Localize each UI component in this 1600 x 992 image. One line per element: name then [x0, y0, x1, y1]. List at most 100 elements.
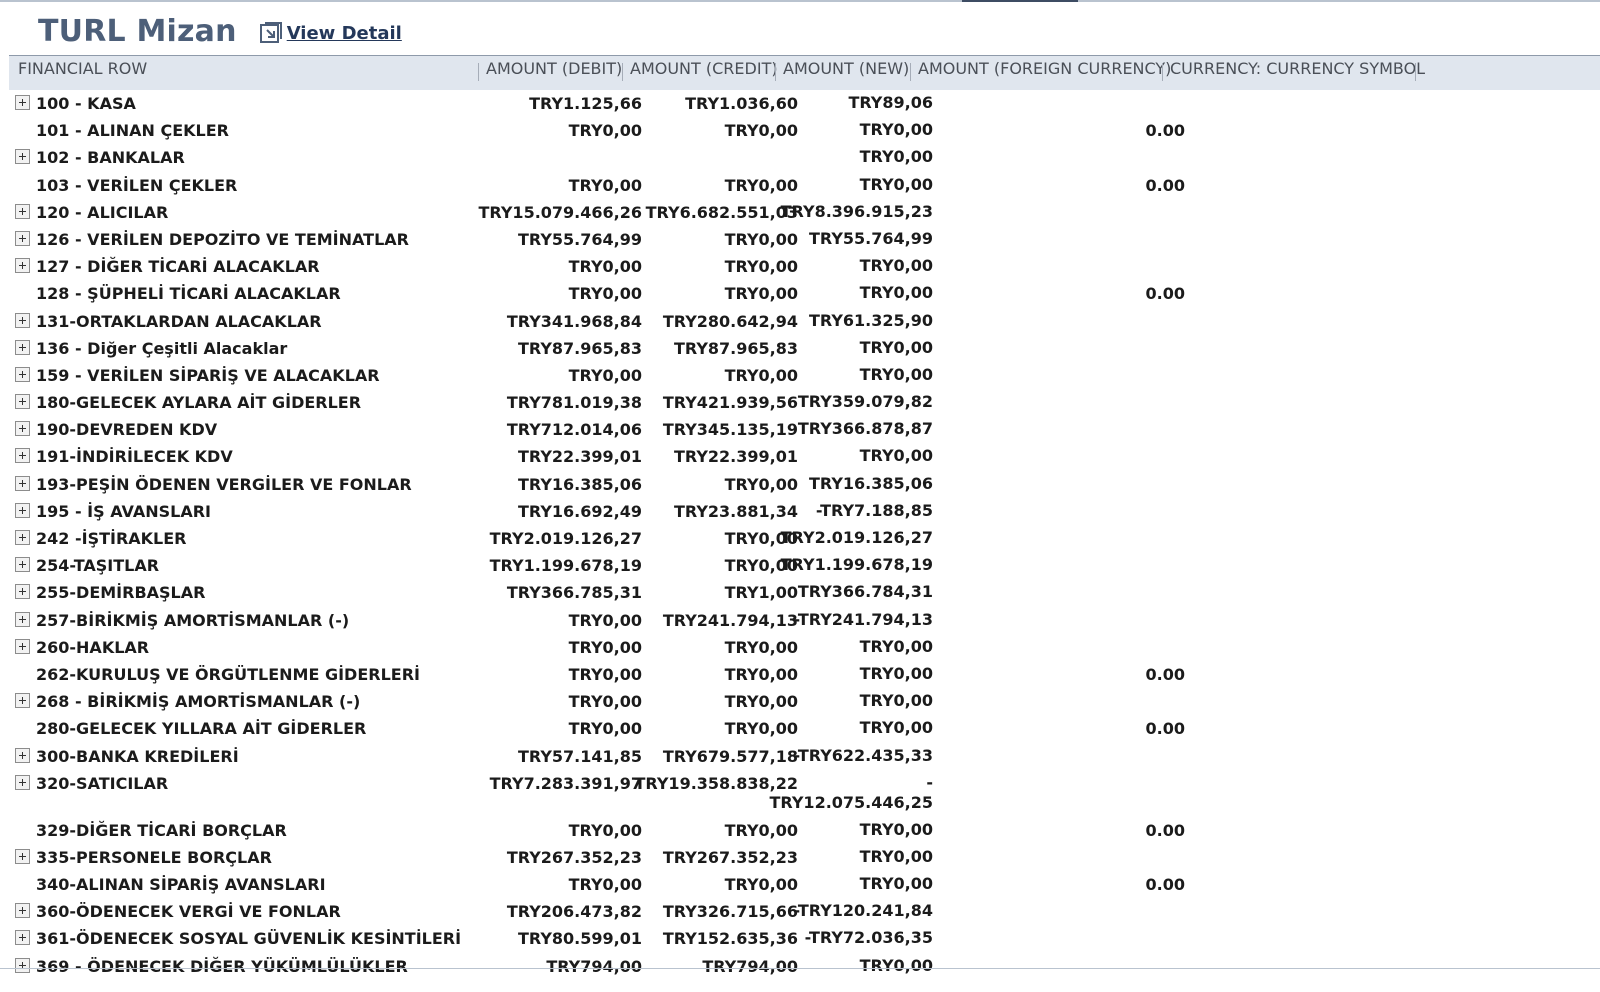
row-foreign: 0.00: [1145, 664, 1185, 684]
table-row[interactable]: 136 - Diğer Çeşitli Alacaklar TRY87.965,8…: [9, 335, 1600, 362]
table-row[interactable]: 257-BİRİKMİŞ AMORTİSMANLAR (-) TRY0,00 TRY…: [9, 607, 1600, 634]
table-row[interactable]: 260-HAKLAR TRY0,00 TRY0,00 TRY0,00: [9, 634, 1600, 661]
row-debit: TRY0,00: [568, 175, 642, 195]
row-name: 254-TAŞITLAR: [36, 556, 160, 576]
row-credit: TRY345.135,19: [662, 420, 798, 440]
table-row[interactable]: 159 - VERİLEN SİPARİŞ VE ALACAKLAR TRY0,0…: [9, 362, 1600, 389]
table-row[interactable]: 126 - VERİLEN DEPOZİTO VE TEMİNATLAR TRY5…: [9, 226, 1600, 253]
row-new: TRY2.019.126,27: [780, 528, 933, 547]
expand-plus-icon[interactable]: [15, 530, 30, 545]
expand-plus-icon[interactable]: [15, 584, 30, 600]
expand-plus-icon[interactable]: [15, 693, 30, 709]
row-credit: TRY241.794,13: [662, 610, 798, 630]
expand-plus-icon[interactable]: [15, 258, 30, 274]
table-row[interactable]: 335-PERSONELE BORÇLAR TRY267.352,23 TRY267…: [9, 844, 1600, 871]
table-row[interactable]: 120 - ALICILAR TRY15.079.466,26 TRY6.682.5…: [9, 199, 1600, 226]
expand-plus-icon[interactable]: [15, 394, 30, 410]
row-credit: TRY0,00: [724, 719, 798, 739]
view-detail-label[interactable]: View Detail: [287, 23, 402, 44]
expand-plus-icon[interactable]: [15, 203, 30, 219]
expand-plus-icon[interactable]: [15, 611, 30, 627]
table-row[interactable]: 195 - İŞ AVANSLARI TRY16.692,49 TRY23.881,…: [9, 498, 1600, 525]
table-row[interactable]: 102 - BANKALAR TRY0,00: [9, 144, 1600, 171]
expand-plus-icon[interactable]: [15, 421, 30, 437]
table-row[interactable]: 360-ÖDENECEK VERGİ VE FONLAR TRY206.473,8…: [9, 898, 1600, 925]
table-row[interactable]: 369 - ÖDENECEK DİĞER YÜKÜMLÜLÜKLER TRY794…: [9, 953, 1600, 980]
col-resizer[interactable]: [910, 63, 911, 81]
row-debit: TRY206.473,82: [506, 902, 642, 922]
col-resizer[interactable]: [1415, 63, 1416, 81]
row-name: 103 - VERİLEN ÇEKLER: [36, 175, 238, 195]
row-debit: TRY0,00: [568, 692, 642, 712]
row-credit: TRY679.577,18: [662, 746, 798, 766]
table-row[interactable]: 300-BANKA KREDİLERİ TRY57.141,85 TRY679.57…: [9, 743, 1600, 770]
table-row[interactable]: 101 - ALINAN ÇEKLER TRY0,00 TRY0,00 TRY0,00…: [9, 117, 1600, 144]
row-debit: TRY7.283.391,97: [489, 773, 642, 793]
row-name: 136 - Diğer Çeşitli Alacaklar: [36, 338, 288, 358]
table-row[interactable]: 340-ALINAN SİPARİŞ AVANSLARI TRY0,00 TRY0,…: [9, 871, 1600, 898]
col-resizer[interactable]: [1162, 63, 1163, 81]
expand-plus-icon[interactable]: [15, 149, 30, 165]
table-row[interactable]: 262-KURULUŞ VE ÖRGÜTLENME GİDERLERİ TRY0,…: [9, 661, 1600, 688]
expand-plus-icon[interactable]: [15, 475, 30, 491]
col-financial-row[interactable]: FINANCIAL ROW: [18, 56, 147, 90]
expand-plus-icon[interactable]: [15, 339, 30, 355]
expand-plus-icon[interactable]: [15, 557, 30, 573]
table-row[interactable]: 268 - BİRİKMİŞ AMORTİSMANLAR (-) TRY0,00 T…: [9, 688, 1600, 715]
row-name: 100 - KASA: [36, 94, 136, 113]
expand-plus-icon[interactable]: [15, 774, 30, 790]
row-new: - TRY12.075.446,25: [769, 772, 933, 812]
row-new: TRY0,00: [859, 819, 933, 839]
table-row[interactable]: 242 -İŞTİRAKLER TRY2.019.126,27 TRY0,00 TRY…: [9, 525, 1600, 552]
table-row[interactable]: 329-DİĞER TİCARİ BORÇLAR TRY0,00 TRY0,00 TR…: [9, 817, 1600, 844]
expand-plus-icon[interactable]: [15, 638, 30, 654]
financial-table: FINANCIAL ROW AMOUNT (DEBIT) AMOUNT (CRE…: [9, 55, 1600, 992]
table-row[interactable]: 193-PEŞİN ÖDENEN VERGİLER VE FONLAR TRY16…: [9, 471, 1600, 498]
col-resizer[interactable]: [775, 63, 776, 81]
col-resizer[interactable]: [478, 63, 479, 81]
table-row[interactable]: 190-DEVREDEN KDV TRY712.014,06 TRY345.135,…: [9, 416, 1600, 443]
view-detail-link[interactable]: View Detail: [259, 21, 402, 45]
expand-plus-icon[interactable]: [15, 957, 30, 973]
col-resizer[interactable]: [622, 63, 623, 81]
table-row[interactable]: 103 - VERİLEN ÇEKLER TRY0,00 TRY0,00 TRY0,0…: [9, 172, 1600, 199]
table-row[interactable]: 131-ORTAKLARDAN ALACAKLAR TRY341.968,84 TR…: [9, 308, 1600, 335]
expand-plus-icon[interactable]: [15, 95, 30, 110]
row-name: 335-PERSONELE BORÇLAR: [36, 847, 272, 867]
col-credit[interactable]: AMOUNT (CREDIT): [630, 56, 778, 90]
row-debit: TRY0,00: [568, 610, 642, 630]
table-row[interactable]: 100 - KASA TRY1.125,66 TRY1.036,60 TRY89,06: [9, 90, 1600, 117]
row-new: TRY0,00: [859, 636, 933, 656]
table-row[interactable]: 128 - ŞÜPHELİ TİCARİ ALACAKLAR TRY0,00 TRY…: [9, 280, 1600, 307]
expand-plus-icon[interactable]: [15, 230, 30, 246]
expand-plus-icon[interactable]: [15, 366, 30, 382]
row-credit: TRY0,00: [724, 229, 798, 249]
expand-plus-icon[interactable]: [15, 502, 30, 518]
expand-plus-icon[interactable]: [15, 903, 30, 919]
table-row[interactable]: 191-İNDİRİLECEK KDV TRY22.399,01 TRY22.399…: [9, 443, 1600, 470]
expand-plus-icon[interactable]: [15, 747, 30, 763]
expand-plus-icon[interactable]: [15, 312, 30, 328]
table-row[interactable]: 127 - DİĞER TİCARİ ALACAKLAR TRY0,00 TRY0,…: [9, 253, 1600, 280]
row-credit: TRY0,00: [724, 365, 798, 385]
row-name: 369 - ÖDENECEK DİĞER YÜKÜMLÜLÜKLER: [36, 956, 408, 976]
table-row[interactable]: 320-SATICILAR TRY7.283.391,97 TRY19.358.83…: [9, 770, 1600, 817]
row-new: TRY0,00: [859, 283, 933, 303]
expand-plus-icon[interactable]: [15, 930, 30, 946]
col-currency-symbol[interactable]: CURRENCY: CURRENCY SYMBOL: [1170, 56, 1425, 90]
table-row[interactable]: 180-GELECEK AYLARA AİT GİDERLER TRY781.01…: [9, 389, 1600, 416]
col-foreign[interactable]: AMOUNT (FOREIGN CURRENCY): [918, 56, 1171, 90]
row-name: 329-DİĞER TİCARİ BORÇLAR: [36, 820, 287, 840]
table-row[interactable]: 254-TAŞITLAR TRY1.199.678,19 TRY0,00 TRY1.1…: [9, 552, 1600, 579]
expand-plus-icon[interactable]: [15, 448, 30, 464]
row-debit: TRY794,00: [546, 956, 642, 976]
col-new[interactable]: AMOUNT (NEW): [783, 56, 909, 90]
row-debit: TRY0,00: [568, 121, 642, 141]
table-row[interactable]: 255-DEMİRBAŞLAR TRY366.785,31 TRY1,00 TRY36…: [9, 579, 1600, 606]
row-debit: TRY781.019,38: [506, 393, 642, 413]
col-debit[interactable]: AMOUNT (DEBIT): [486, 56, 622, 90]
expand-plus-icon[interactable]: [15, 848, 30, 864]
table-row[interactable]: 280-GELECEK YILLARA AİT GİDERLER TRY0,00 T…: [9, 715, 1600, 742]
table-row[interactable]: 361-ÖDENECEK SOSYAL GÜVENLİK KESİNTİLERİ…: [9, 925, 1600, 952]
row-new: TRY366.784,31: [797, 582, 933, 602]
